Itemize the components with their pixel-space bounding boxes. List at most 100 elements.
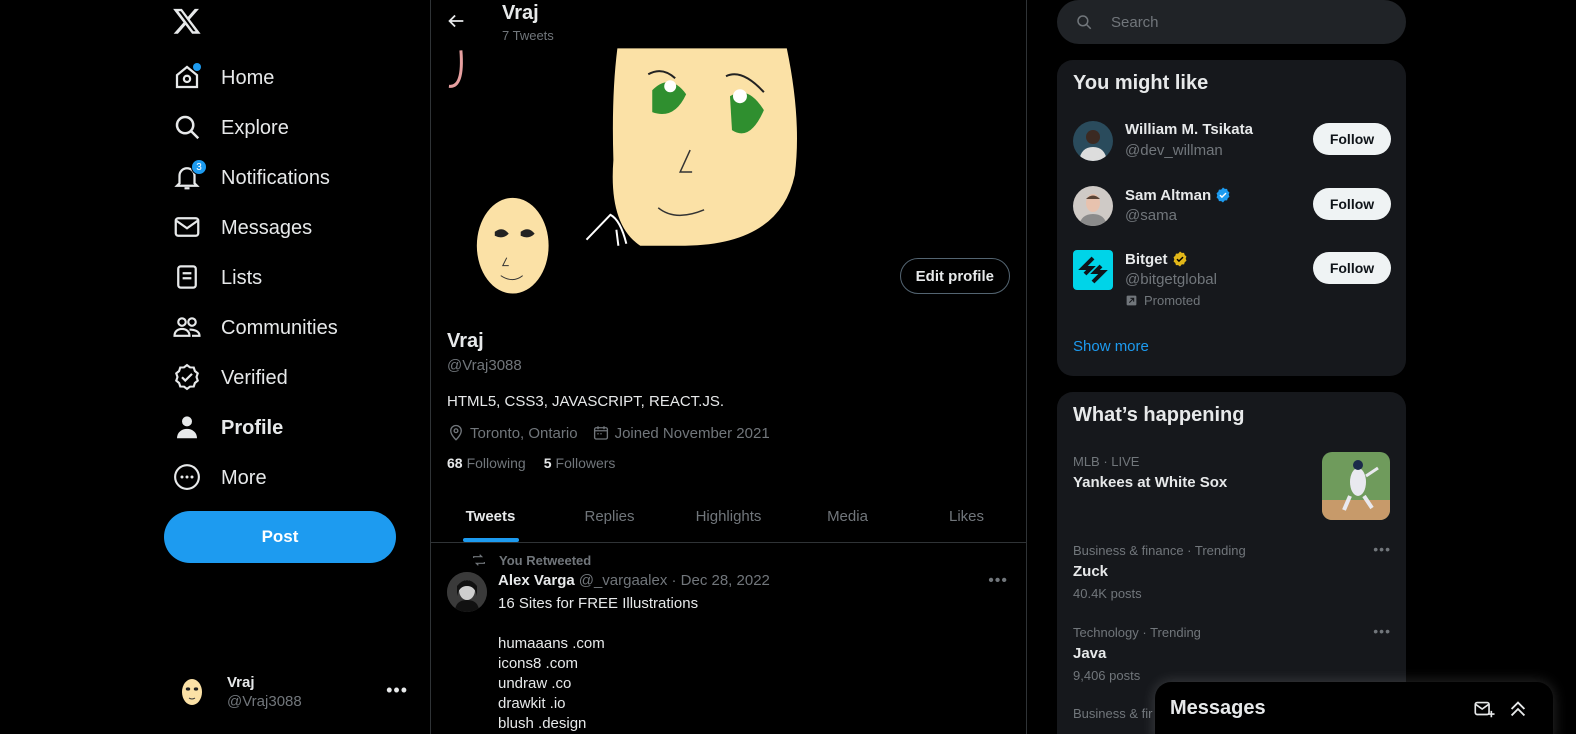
left-navigation: Home Explore 3 Notifications Messages Li… [0, 0, 430, 734]
joined-text: Joined November 2021 [614, 424, 770, 442]
trend-more-icon[interactable]: ••• [1373, 623, 1391, 639]
suggested-user[interactable]: Sam Altman @sama Follow [1073, 186, 1391, 238]
nav-home[interactable]: Home [172, 56, 274, 100]
nav-communities-label: Communities [221, 316, 338, 339]
tweet-text: 16 Sites for FREE Illustrations humaaans… [498, 595, 699, 732]
tweet-author-name[interactable]: Alex Varga [498, 572, 575, 589]
more-horizontal-icon[interactable]: ••• [386, 680, 408, 701]
tweet-author-avatar[interactable] [447, 572, 487, 612]
tab-highlights[interactable]: Highlights [669, 490, 788, 542]
followers-label: Followers [555, 455, 616, 471]
tab-media-label: Media [827, 507, 868, 525]
back-arrow-icon[interactable] [445, 10, 471, 36]
avatar [172, 672, 212, 712]
edit-profile-button[interactable]: Edit profile [899, 258, 1010, 294]
post-button[interactable]: Post [164, 511, 396, 563]
trend-context: Business & finance · Trending [1073, 543, 1246, 558]
suggested-user-name: Sam Altman [1125, 186, 1232, 204]
profile-handle: @Vraj3088 [447, 357, 522, 374]
tab-tweets-label: Tweets [465, 507, 516, 525]
following-link[interactable]: 68 Following [447, 455, 526, 471]
envelope-icon [172, 212, 204, 244]
trend-title: Java [1073, 645, 1107, 662]
search-input[interactable] [1111, 13, 1371, 31]
messages-drawer[interactable]: Messages [1155, 682, 1553, 734]
tab-highlights-label: Highlights [695, 507, 762, 525]
tab-replies[interactable]: Replies [550, 490, 669, 542]
profile-name: Vraj [447, 330, 484, 352]
x-logo-icon[interactable] [172, 6, 206, 40]
tab-tweets[interactable]: Tweets [431, 490, 550, 542]
messages-drawer-title: Messages [1170, 697, 1266, 719]
tab-replies-label: Replies [584, 507, 635, 525]
account-switcher[interactable]: Vraj @Vraj3088 ••• [172, 670, 422, 714]
header-name: Vraj [502, 2, 539, 24]
trend-title: Zuck [1073, 563, 1109, 580]
retweet-icon [473, 554, 485, 566]
profile-tabs: Tweets Replies Highlights Media Likes [431, 490, 1026, 543]
profile-column: Vraj 7 Tweets Edit profile Vraj @Vraj308… [430, 0, 1027, 734]
nav-verified[interactable]: Verified [172, 356, 288, 400]
show-more-link[interactable]: Show more [1073, 338, 1149, 355]
follow-button[interactable]: Follow [1313, 188, 1391, 220]
following-count: 68 [447, 455, 463, 471]
search-icon [172, 112, 204, 144]
trend-item[interactable]: Business & finance · Trending Zuck 40.4K… [1073, 541, 1391, 601]
follow-button[interactable]: Follow [1313, 252, 1391, 284]
suggested-user[interactable]: Bitget @bitgetglobal Promoted Follow [1073, 250, 1391, 308]
suggested-user-handle: @bitgetglobal [1125, 271, 1217, 288]
verified-badge-icon [172, 362, 204, 394]
profile-joined: Joined November 2021 [592, 424, 770, 442]
suggested-user-name: Bitget [1125, 250, 1189, 268]
nav-messages-label: Messages [221, 216, 313, 239]
search-icon [1077, 15, 1092, 30]
nav-notifications[interactable]: 3 Notifications [172, 156, 330, 200]
nav-messages[interactable]: Messages [172, 206, 312, 250]
trend-item[interactable]: Technology · Trending Java 9,406 posts •… [1073, 623, 1391, 683]
new-message-icon[interactable] [1473, 698, 1495, 720]
follow-button[interactable]: Follow [1313, 123, 1391, 155]
trend-post-count: 40.4K posts [1073, 586, 1142, 601]
tab-media[interactable]: Media [788, 490, 907, 542]
nav-profile[interactable]: Profile [172, 406, 283, 450]
suggested-user-handle: @dev_willman [1125, 142, 1223, 159]
tab-likes-label: Likes [948, 507, 985, 525]
trend-thumbnail-image [1322, 452, 1390, 520]
nav-more-label: More [221, 466, 267, 489]
tweet-handle-date: @_vargaalex · Dec 28, 2022 [578, 572, 770, 589]
suggested-user[interactable]: William M. Tsikata @dev_willman Follow [1073, 121, 1391, 173]
account-handle: @Vraj3088 [227, 693, 302, 710]
suggested-user-handle: @sama [1125, 207, 1177, 224]
nav-lists-label: Lists [221, 266, 263, 289]
nav-more[interactable]: More [172, 456, 267, 500]
who-to-follow-card: You might like William M. Tsikata @dev_w… [1057, 60, 1406, 376]
account-name: Vraj [227, 674, 255, 691]
nav-communities[interactable]: Communities [172, 306, 338, 350]
profile-header: Vraj 7 Tweets [431, 0, 1026, 48]
followers-link[interactable]: 5 Followers [544, 455, 616, 471]
calendar-icon [593, 426, 608, 440]
profile-bio: HTML5, CSS3, JAVASCRIPT, REACT.JS. [447, 393, 725, 410]
suggested-user-name: William M. Tsikata [1125, 121, 1253, 138]
avatar [1073, 121, 1113, 161]
person-icon [172, 412, 204, 444]
verified-gold-badge-icon [1173, 251, 1186, 267]
nav-lists[interactable]: Lists [172, 256, 262, 300]
tweet-more-icon[interactable]: ••• [988, 572, 1008, 590]
trend-more-icon[interactable]: ••• [1373, 541, 1391, 557]
bell-icon: 3 [172, 159, 207, 194]
tab-likes[interactable]: Likes [907, 490, 1026, 542]
tweet-header: Alex Varga @_vargaalex · Dec 28, 2022 [498, 572, 770, 589]
nav-notifications-label: Notifications [221, 166, 330, 189]
retweet-context: You Retweeted [471, 552, 591, 568]
double-chevron-up-icon[interactable] [1507, 698, 1529, 720]
promoted-label: Promoted [1125, 293, 1200, 308]
verified-blue-badge-icon [1216, 187, 1230, 203]
nav-explore[interactable]: Explore [172, 106, 289, 150]
following-label: Following [466, 455, 526, 471]
notification-dot [193, 63, 201, 71]
list-icon [172, 262, 204, 294]
promoted-icon [1126, 295, 1137, 306]
profile-meta: Toronto, Ontario Joined November 2021 [447, 424, 784, 442]
search-bar[interactable] [1057, 0, 1406, 44]
